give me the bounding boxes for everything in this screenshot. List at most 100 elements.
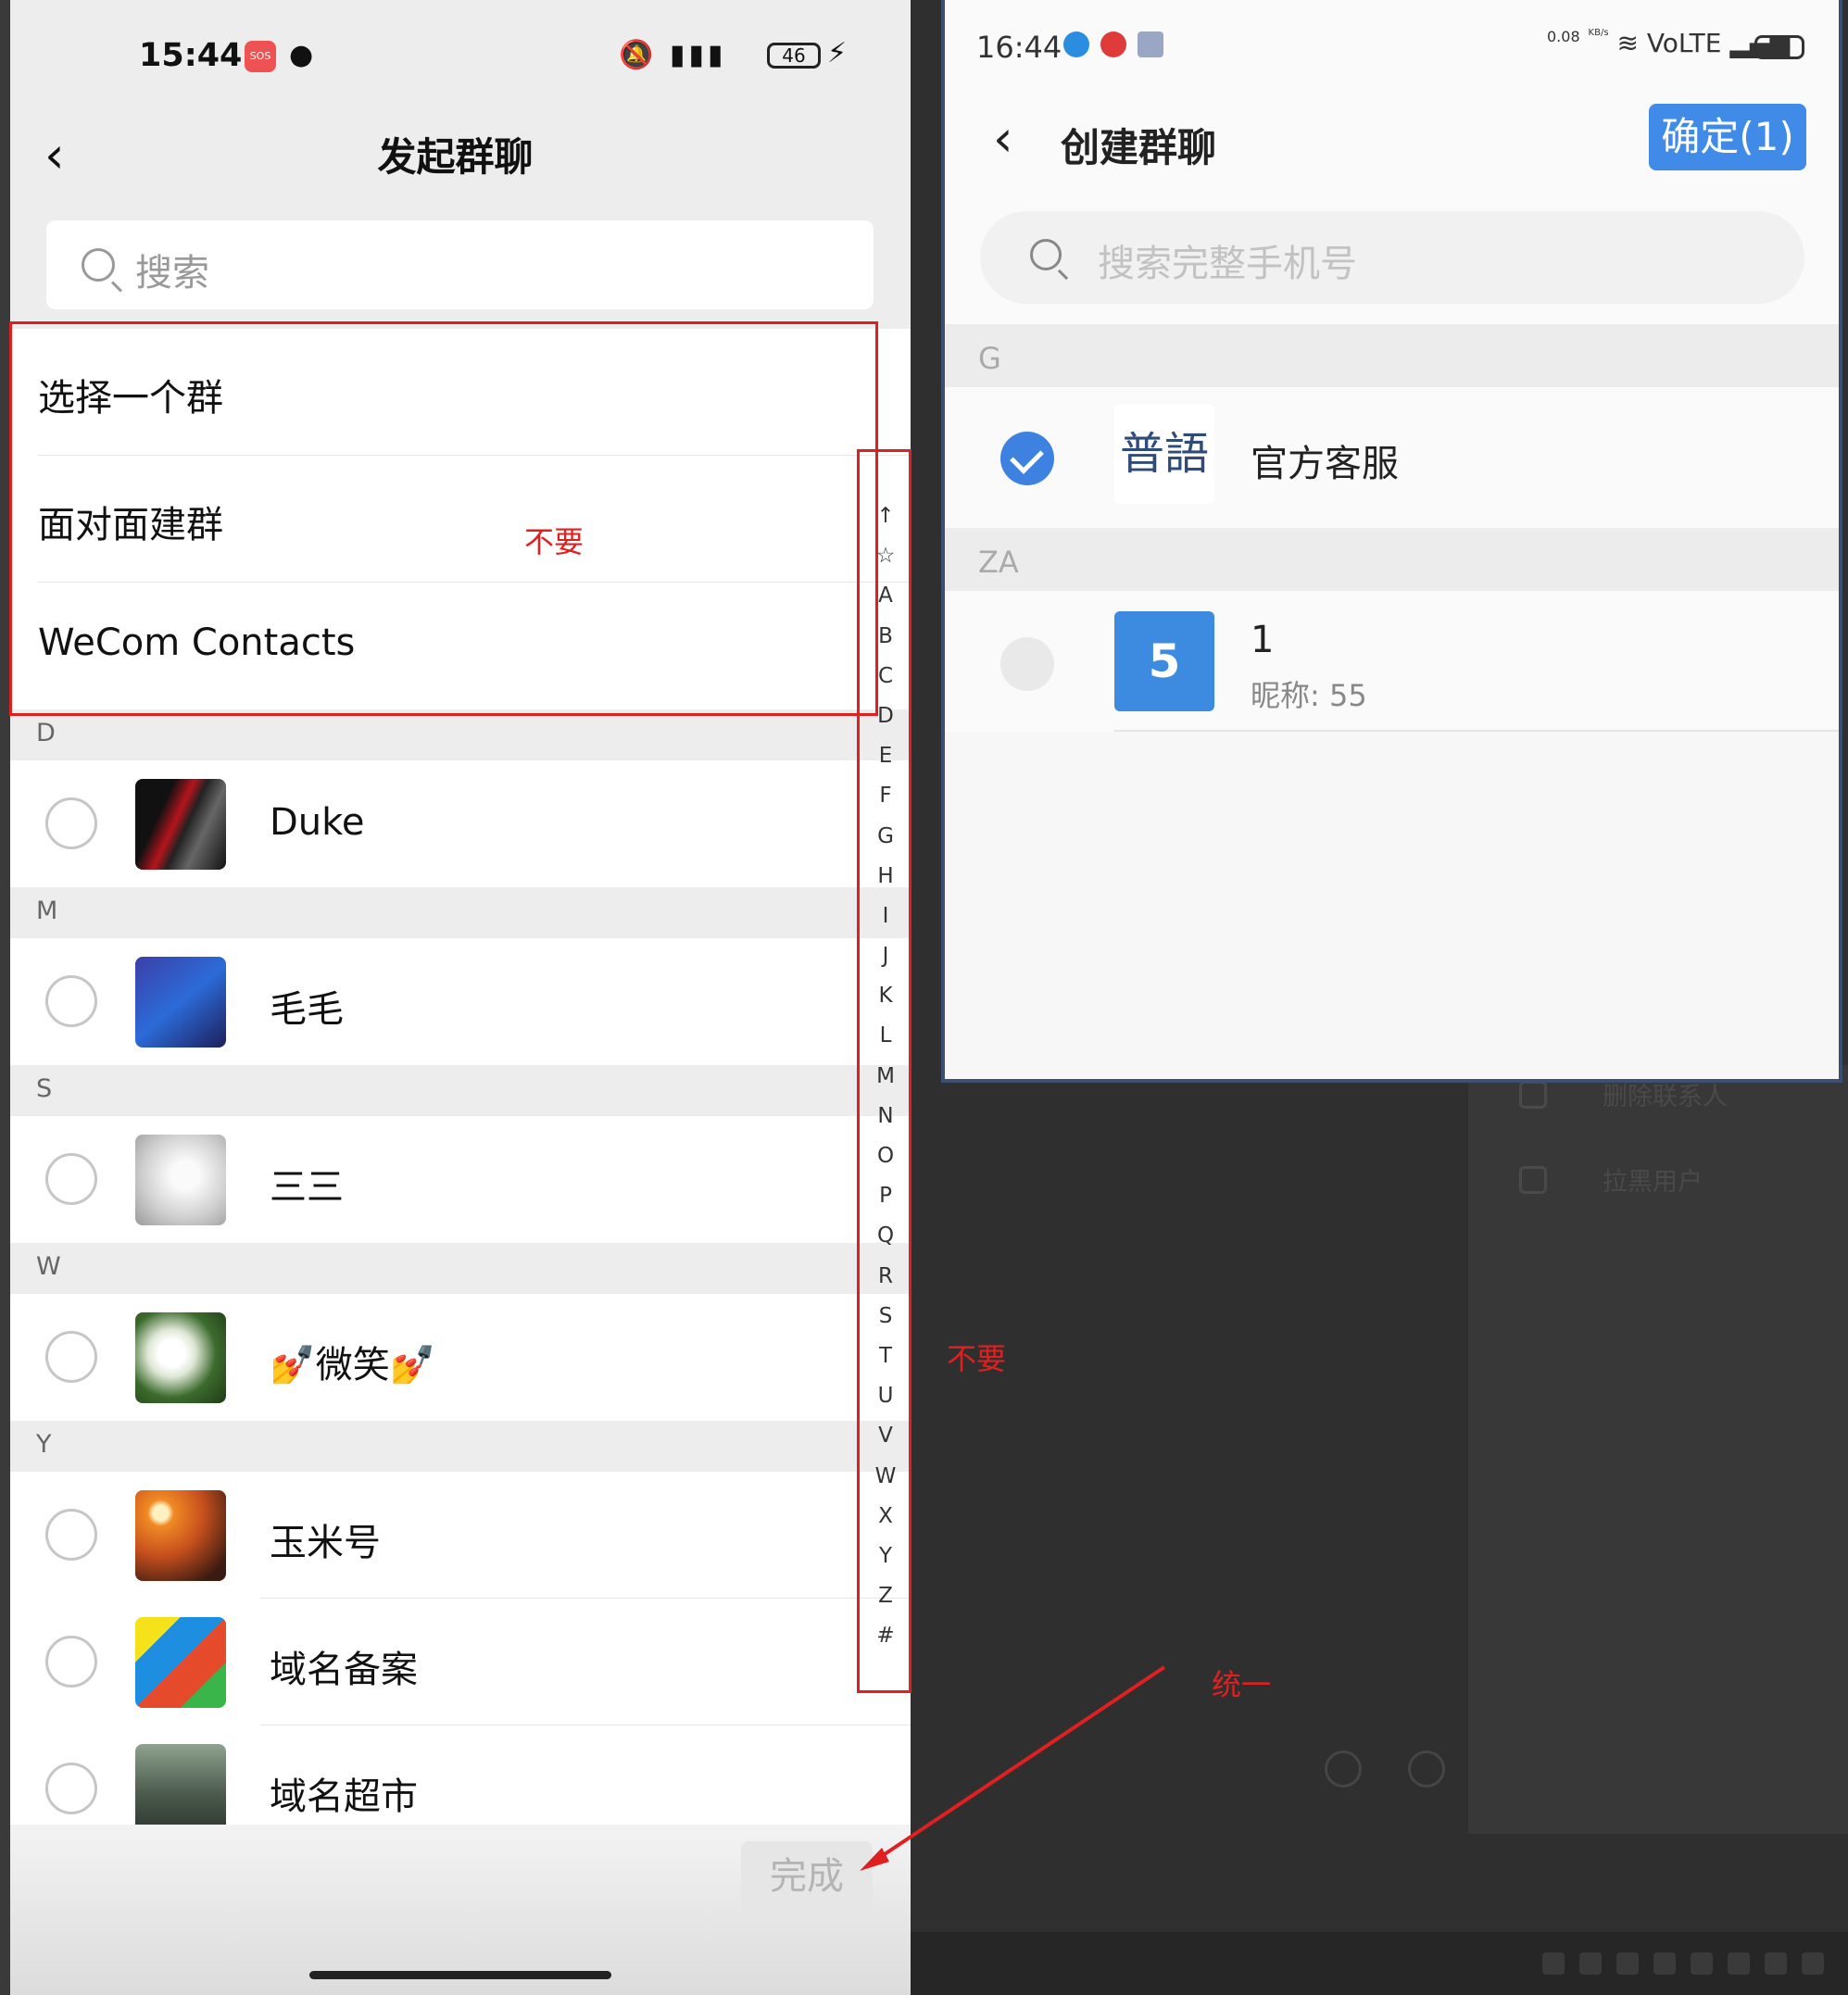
avatar	[135, 1617, 226, 1708]
left-phone-screen: 15:44 SOS ● 🔕 ▮▮▮ 46 ⚡ 发起群聊 ‹ 搜索 选择一个群 面…	[0, 0, 911, 1995]
select-radio[interactable]	[45, 975, 97, 1027]
contact-row-official-service[interactable]: 普語 官方客服	[945, 387, 1839, 528]
section-letter: G	[978, 341, 1001, 376]
emoji-icon	[1325, 1750, 1362, 1788]
notification-icons	[1063, 31, 1163, 57]
contact-row-1[interactable]: 5 1 昵称: 55	[945, 591, 1839, 732]
select-radio[interactable]	[45, 797, 97, 849]
bg-menu-label: 删除联系人	[1603, 1083, 1728, 1111]
section-header-s: S	[10, 1065, 911, 1116]
avatar	[135, 1744, 226, 1835]
contact-name: 💅微笑💅	[270, 1344, 436, 1386]
select-radio[interactable]	[45, 1331, 97, 1383]
taskbar-icon	[1728, 1952, 1750, 1975]
annotation-note: 不要	[947, 1341, 1007, 1376]
charging-icon: ⚡	[827, 37, 848, 69]
done-button[interactable]: 完成	[741, 1841, 873, 1912]
contact-nickname: 昵称: 55	[1251, 678, 1367, 713]
select-radio[interactable]	[45, 1153, 97, 1205]
page-title: 发起群聊	[377, 134, 534, 180]
taskbar-icon	[1579, 1952, 1602, 1975]
annotation-note: 不要	[524, 524, 585, 559]
avatar-logo: 普語	[1114, 404, 1214, 504]
status-time: 16:44	[976, 30, 1062, 65]
wifi-icon: ≋	[1616, 28, 1639, 58]
bg-input-icons	[1325, 1750, 1445, 1788]
battery-icon: 40	[1754, 35, 1804, 59]
right-phone-screen: 16:44 0.08 KB/s ≋ VoLTE ▂▄▆ 40 ‹ 创建群聊 确定…	[945, 0, 1839, 1079]
taskbar-icon	[1616, 1952, 1639, 1975]
annotation-box-options	[9, 321, 878, 716]
bg-menu-label: 拉黑用户	[1603, 1168, 1703, 1197]
bg-menu-delete-contact: 删除联系人	[1519, 1076, 1728, 1112]
contact-name: 域名备案	[270, 1649, 418, 1691]
contact-name: 1	[1251, 619, 1275, 661]
back-chevron-icon[interactable]: ‹	[993, 109, 1013, 168]
avatar	[135, 779, 226, 870]
net-speed-unit: KB/s	[1588, 28, 1609, 38]
empty-list-area	[945, 732, 1839, 1079]
left-edge-strip	[0, 0, 10, 1995]
app-icon	[1138, 31, 1163, 57]
bg-menu-block-user: 拉黑用户	[1519, 1161, 1703, 1198]
search-placeholder: 搜索	[135, 252, 209, 295]
microphone-icon	[1408, 1750, 1445, 1788]
back-chevron-icon[interactable]: ‹	[44, 126, 65, 184]
avatar	[135, 1312, 226, 1403]
search-icon	[82, 248, 115, 282]
contact-name: 域名超市	[270, 1775, 418, 1818]
hand-icon	[1519, 1165, 1547, 1194]
select-radio[interactable]	[45, 1509, 97, 1561]
section-header-m: M	[10, 887, 911, 938]
checked-icon[interactable]	[1000, 432, 1054, 485]
signal-icons: 🔕 ▮▮▮	[619, 39, 727, 71]
contact-row-weixiao[interactable]: 💅微笑💅	[10, 1294, 911, 1421]
sos-icon: SOS	[245, 41, 276, 72]
confirm-button[interactable]: 确定(1)	[1649, 104, 1806, 170]
taskbar-icon	[1802, 1952, 1824, 1975]
annotation-note: 统一	[1212, 1667, 1272, 1702]
section-header-g: G	[945, 324, 1839, 387]
contact-row-maomao[interactable]: 毛毛	[10, 938, 911, 1065]
taskbar-icon	[1765, 1952, 1787, 1975]
section-header-w: W	[10, 1243, 911, 1294]
message-icon	[1100, 31, 1126, 57]
contact-row-yumihao[interactable]: 玉米号	[10, 1472, 911, 1599]
contact-name: 毛毛	[270, 988, 344, 1031]
avatar: 5	[1114, 611, 1214, 711]
section-header-za: ZA	[945, 528, 1839, 591]
section-letter: M	[36, 897, 58, 925]
section-header-d: D	[10, 709, 911, 760]
avatar	[135, 1135, 226, 1225]
trash-icon	[1519, 1080, 1547, 1109]
contact-name: Duke	[270, 801, 365, 844]
net-speed: 0.08	[1547, 28, 1580, 45]
avatar	[135, 957, 226, 1048]
select-radio[interactable]	[1000, 637, 1054, 691]
avatar	[135, 1490, 226, 1581]
home-indicator[interactable]	[309, 1971, 611, 1979]
select-radio[interactable]	[45, 1636, 97, 1688]
taskbar-icon	[1653, 1952, 1676, 1975]
search-icon	[1030, 239, 1062, 270]
status-right-icons: 0.08 KB/s ≋ VoLTE ▂▄▆	[1547, 28, 1790, 58]
contact-row-duke[interactable]: Duke	[10, 760, 911, 887]
taskbar-icon	[1691, 1952, 1713, 1975]
battery-icon: 46	[767, 43, 821, 69]
taskbar-icon	[1542, 1952, 1565, 1975]
contact-name: 玉米号	[270, 1522, 381, 1564]
search-placeholder: 搜索完整手机号	[1098, 243, 1357, 285]
telegram-icon	[1063, 31, 1089, 57]
contact-row-sansan[interactable]: 三三	[10, 1116, 911, 1243]
wechat-icon: ●	[289, 39, 314, 71]
section-letter: D	[36, 719, 56, 747]
annotation-box-index	[857, 449, 911, 1693]
contact-name: 官方客服	[1251, 443, 1399, 485]
section-letter: W	[36, 1252, 61, 1281]
select-radio[interactable]	[45, 1763, 97, 1814]
section-header-y: Y	[10, 1421, 911, 1472]
section-letter: S	[36, 1074, 53, 1103]
contact-row-domain-filing[interactable]: 域名备案	[10, 1599, 911, 1725]
section-letter: ZA	[978, 545, 1019, 580]
contact-name: 三三	[270, 1166, 344, 1209]
